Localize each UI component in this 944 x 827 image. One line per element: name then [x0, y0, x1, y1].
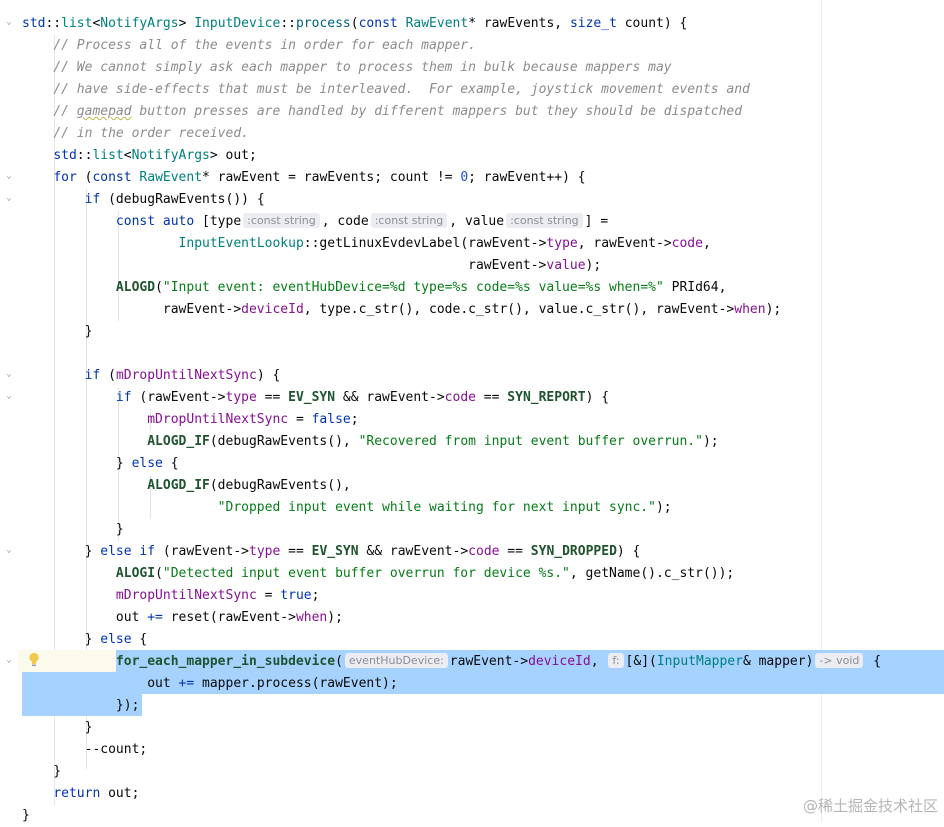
code-line: } else { — [22, 456, 179, 471]
code-comment: // Process all of the events in order fo… — [53, 38, 476, 53]
code-line: return out; — [53, 786, 140, 801]
code-comment: // in the order received. — [53, 126, 249, 141]
code-line: mDropUntilNextSync = true; — [115, 588, 320, 603]
code-line: mDropUntilNextSync = false; — [147, 412, 359, 427]
code-line: if (debugRawEvents()) { — [84, 192, 265, 207]
code-line: if (mDropUntilNextSync) { — [84, 368, 281, 383]
code-line: ALOGI("Detected input event buffer overr… — [115, 566, 735, 581]
watermark: @稀土掘金技术社区 — [802, 797, 938, 815]
code-comment: // gamepad button presses are handled by… — [53, 104, 743, 119]
fold-chevron-icon[interactable]: ⌄ — [4, 17, 14, 27]
code-line: InputEventLookup::getLinuxEvdevLabel(raw… — [178, 236, 711, 251]
code-line-selected: for_each_mapper_in_subdevice(eventHubDev… — [115, 653, 882, 669]
code-line-selected: }); — [22, 698, 140, 713]
code-line: std::list<NotifyArgs> out; — [53, 148, 257, 163]
code-line: for (const RawEvent* rawEvent = rawEvent… — [53, 170, 586, 185]
code-line-selected: out += mapper.process(rawEvent); — [22, 676, 398, 691]
code-line: rawEvent->value); — [22, 258, 602, 273]
type-hint: :const string — [370, 213, 448, 228]
code-line: } — [22, 808, 30, 823]
code-line: if (rawEvent->type == EV_SYN && rawEvent… — [115, 390, 610, 405]
return-type-hint: -> void — [815, 653, 864, 668]
fold-chevron-icon[interactable]: ⌄ — [4, 655, 14, 665]
fold-chevron-icon[interactable]: ⌄ — [4, 171, 14, 181]
code-line: } — [22, 324, 93, 339]
code-line: } else { — [22, 632, 148, 647]
code-line: } — [22, 720, 93, 735]
code-line: out += reset(rawEvent->when); — [22, 610, 343, 625]
code-line: rawEvent->deviceId, type.c_str(), code.c… — [22, 302, 782, 317]
editor-gutter[interactable]: ⌄ ⌄ ⌄ ⌄ ⌄ ⌄ ⌄ — [0, 0, 18, 822]
code-line: ALOGD_IF(debugRawEvents(), — [147, 478, 351, 493]
code-line: const auto [type:const string, code:cons… — [115, 213, 609, 229]
fold-chevron-icon[interactable]: ⌄ — [4, 545, 14, 555]
fold-chevron-icon[interactable]: ⌄ — [4, 193, 14, 203]
fold-chevron-icon[interactable]: ⌄ — [4, 391, 14, 401]
code-line: ALOGD("Input event: eventHubDevice=%d ty… — [115, 280, 727, 295]
code-line: std::list<NotifyArgs> InputDevice::proce… — [22, 16, 688, 31]
type-hint: :const string — [243, 213, 320, 228]
param-hint: eventHubDevice: — [344, 653, 448, 668]
code-comment: // We cannot simply ask each mapper to p… — [53, 60, 672, 75]
fold-chevron-icon[interactable]: ⌄ — [4, 369, 14, 379]
right-margin-guide — [821, 0, 822, 822]
code-comment: // have side-effects that must be interl… — [53, 82, 750, 97]
code-line: } else if (rawEvent->type == EV_SYN && r… — [22, 544, 641, 559]
code-line: ALOGD_IF(debugRawEvents(), "Recovered fr… — [147, 434, 719, 449]
code-line: --count; — [22, 742, 148, 757]
code-line: } — [22, 764, 62, 779]
code-line: "Dropped input event while waiting for n… — [217, 500, 672, 515]
code-line: } — [22, 522, 124, 537]
param-hint: f: — [608, 653, 624, 668]
type-hint: :const string — [506, 213, 583, 228]
